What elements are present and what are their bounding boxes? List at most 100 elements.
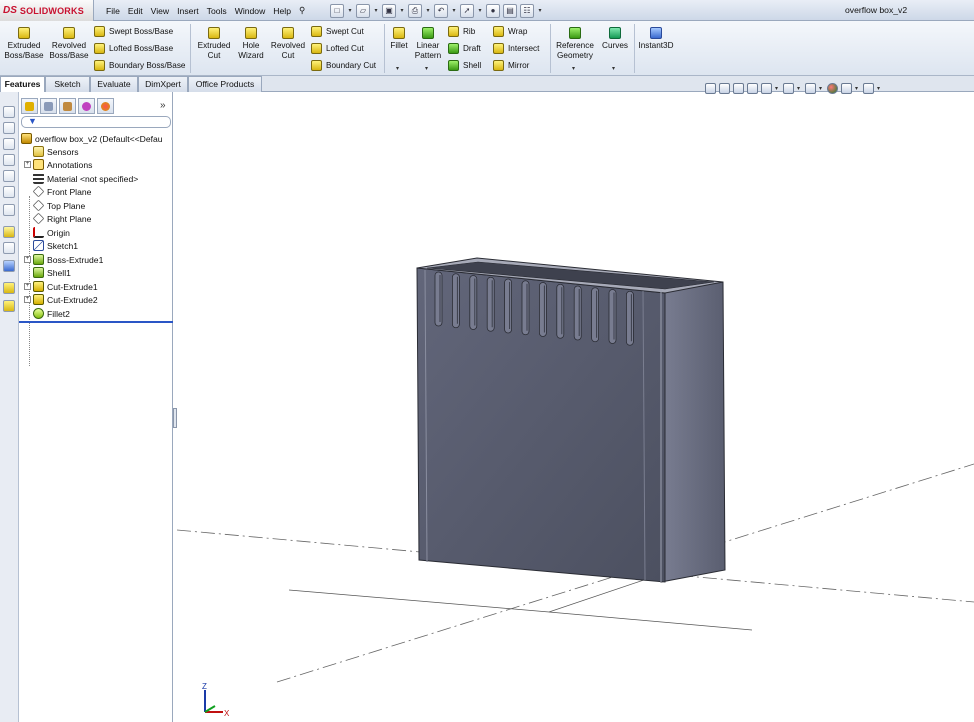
tree-item-annotations[interactable]: + Annotations xyxy=(24,158,92,171)
extrude-shortcut-icon[interactable] xyxy=(3,282,15,294)
reference-geometry-button[interactable]: Reference Geometry xyxy=(553,27,597,60)
overflow-slot[interactable] xyxy=(434,271,443,327)
overflow-slot[interactable] xyxy=(451,273,460,329)
tree-item-material[interactable]: Material <not specified> xyxy=(24,172,138,185)
tree-item-sensors[interactable]: Sensors xyxy=(24,145,79,158)
view-orientation-dropdown[interactable]: ▾ xyxy=(775,85,780,92)
curves-dropdown[interactable]: ▾ xyxy=(612,65,615,72)
view-settings-icon[interactable] xyxy=(863,82,874,94)
tree-item-front-plane[interactable]: Front Plane xyxy=(24,185,91,198)
menu-edit[interactable]: Edit xyxy=(124,6,147,16)
tree-item-origin[interactable]: Origin xyxy=(24,226,70,239)
configuration-manager-tab[interactable] xyxy=(59,98,76,114)
menu-window[interactable]: Window xyxy=(231,6,270,16)
tab-office-products[interactable]: Office Products xyxy=(188,76,262,92)
graphics-area[interactable]: Z X xyxy=(177,92,974,722)
tree-item-fillet2[interactable]: Fillet2 xyxy=(24,307,70,320)
lofted-boss-button[interactable]: Lofted Boss/Base xyxy=(94,43,173,54)
overflow-slot[interactable] xyxy=(504,278,513,334)
save-dropdown[interactable]: ▾ xyxy=(399,7,405,14)
hide-show-items-icon[interactable] xyxy=(805,82,816,94)
wrap-button[interactable]: Wrap xyxy=(493,26,527,37)
overflow-slot[interactable] xyxy=(538,282,547,337)
view-settings-dropdown[interactable]: ▾ xyxy=(877,85,882,92)
undo-dropdown[interactable]: ▾ xyxy=(451,7,457,14)
swept-cut-button[interactable]: Swept Cut xyxy=(311,26,364,37)
overflow-slot[interactable] xyxy=(625,290,634,346)
new-dropdown[interactable]: ▾ xyxy=(347,7,353,14)
swept-boss-button[interactable]: Swept Boss/Base xyxy=(94,26,173,37)
zoom-to-area-icon[interactable] xyxy=(719,82,730,94)
reference-geometry-dropdown[interactable]: ▾ xyxy=(572,65,575,72)
display-manager-tab[interactable] xyxy=(97,98,114,114)
expand-icon[interactable]: + xyxy=(24,161,31,168)
apply-scene-dropdown[interactable]: ▾ xyxy=(855,85,860,92)
instant3d-button[interactable]: Instant3D xyxy=(636,27,676,51)
tree-item-right-plane[interactable]: Right Plane xyxy=(24,212,91,225)
overflow-slot[interactable] xyxy=(469,275,478,330)
section-view-icon[interactable] xyxy=(747,82,758,94)
display-style-icon[interactable] xyxy=(783,82,794,94)
print-dropdown[interactable]: ▾ xyxy=(425,7,431,14)
previous-view-icon[interactable] xyxy=(733,82,744,94)
overflow-slot[interactable] xyxy=(608,289,617,344)
tree-item-top-plane[interactable]: Top Plane xyxy=(24,199,85,212)
new-icon[interactable]: □ xyxy=(330,3,344,18)
rib-button[interactable]: Rib xyxy=(448,26,475,37)
display-style-dropdown[interactable]: ▾ xyxy=(797,85,802,92)
overflow-slot[interactable] xyxy=(486,276,495,332)
linear-pattern-button[interactable]: Linear Pattern xyxy=(412,27,444,60)
open-icon[interactable]: ▱ xyxy=(356,3,370,18)
menu-insert[interactable]: Insert xyxy=(173,6,203,16)
extruded-cut-button[interactable]: Extruded Cut xyxy=(194,27,234,60)
dimxpert-manager-tab[interactable] xyxy=(78,98,95,114)
print-icon[interactable]: ⎙ xyxy=(408,3,422,18)
tree-item-cut-extrude2[interactable]: + Cut-Extrude2 xyxy=(24,293,98,306)
draft-button[interactable]: Draft xyxy=(448,43,481,54)
linear-pattern-dropdown[interactable]: ▾ xyxy=(425,65,428,72)
menu-file[interactable]: File xyxy=(102,6,124,16)
rebuild-icon[interactable]: ● xyxy=(486,3,500,18)
shell-button[interactable]: Shell xyxy=(448,60,481,71)
revolved-boss-button[interactable]: Revolved Boss/Base xyxy=(48,27,90,60)
boundary-boss-button[interactable]: Boundary Boss/Base xyxy=(94,60,185,71)
tree-item-shell1[interactable]: Shell1 xyxy=(24,266,71,279)
cut-shortcut-icon[interactable] xyxy=(3,300,15,312)
view-bottom-icon[interactable] xyxy=(3,186,15,198)
feature-filter-input[interactable]: ▼ xyxy=(21,116,171,128)
view-left-icon[interactable] xyxy=(3,138,15,150)
expand-icon[interactable]: + xyxy=(24,283,31,290)
overflow-slot[interactable] xyxy=(591,287,600,343)
tab-dimxpert[interactable]: DimXpert xyxy=(138,76,188,92)
box-side-face[interactable] xyxy=(660,281,726,583)
save-icon[interactable]: ▣ xyxy=(382,3,396,18)
sketch-tool-icon[interactable] xyxy=(3,226,15,238)
menu-tools[interactable]: Tools xyxy=(203,6,231,16)
tab-evaluate[interactable]: Evaluate xyxy=(90,76,138,92)
view-right-icon[interactable] xyxy=(3,154,15,166)
rollback-bar[interactable] xyxy=(19,321,173,323)
property-manager-tab[interactable] xyxy=(40,98,57,114)
zoom-to-fit-icon[interactable] xyxy=(705,82,716,94)
tree-item-cut-extrude1[interactable]: + Cut-Extrude1 xyxy=(24,280,98,293)
tree-item-boss-extrude1[interactable]: + Boss-Extrude1 xyxy=(24,253,103,266)
fillet-dropdown[interactable]: ▾ xyxy=(396,65,399,72)
solidworks-logo[interactable]: DS SOLIDWORKS xyxy=(0,0,94,21)
revolved-cut-button[interactable]: Revolved Cut xyxy=(269,27,307,60)
smart-dimension-icon[interactable] xyxy=(3,242,15,254)
fillet-button[interactable]: Fillet xyxy=(386,27,412,51)
menu-view[interactable]: View xyxy=(147,6,173,16)
tree-root-part[interactable]: overflow box_v2 (Default<<Defau xyxy=(21,132,163,145)
select-dropdown[interactable]: ▾ xyxy=(477,7,483,14)
feature-tree-tab[interactable] xyxy=(21,98,38,114)
menu-help[interactable]: Help xyxy=(269,6,295,16)
relations-icon[interactable] xyxy=(3,260,15,272)
tab-features[interactable]: Features xyxy=(0,76,45,93)
tab-sketch[interactable]: Sketch xyxy=(45,76,90,92)
options-dropdown[interactable]: ▾ xyxy=(537,7,543,14)
curves-button[interactable]: Curves xyxy=(599,27,631,51)
expand-icon[interactable]: + xyxy=(24,256,31,263)
collapse-panel-icon[interactable]: » xyxy=(160,100,166,111)
options-icon[interactable]: ☷ xyxy=(520,3,534,18)
hole-wizard-button[interactable]: Hole Wizard xyxy=(234,27,268,60)
